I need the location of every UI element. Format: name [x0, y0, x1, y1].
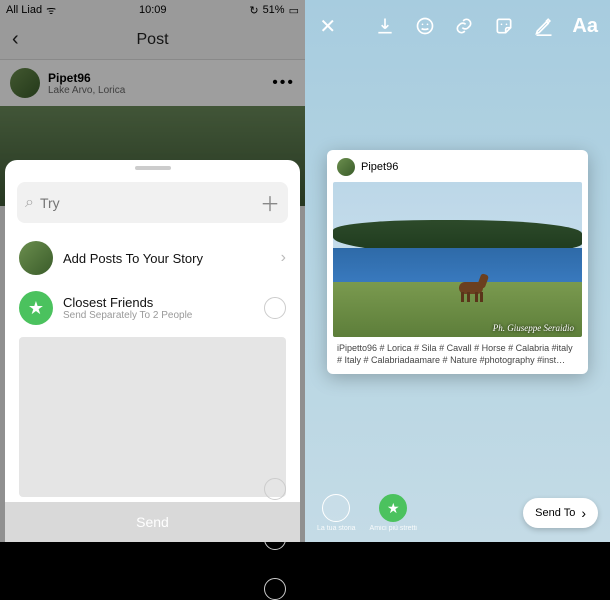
- story-avatar-icon: [19, 241, 53, 275]
- face-filter-icon[interactable]: [414, 15, 436, 37]
- right-screen: ✕ Aa Pipet96: [305, 0, 610, 542]
- status-bar: All Liad ᯤ 10:09 ↻ 51% ▭: [0, 0, 305, 20]
- your-story-button[interactable]: La tua storia: [317, 494, 356, 532]
- close-friends-label: Amici più stretti: [370, 525, 417, 532]
- carrier-label: All Liad: [6, 4, 42, 16]
- link-icon[interactable]: [454, 15, 476, 37]
- download-icon[interactable]: [375, 15, 397, 37]
- photo-watermark: Ph. Giuseppe Seraidio: [493, 323, 574, 333]
- closest-friends-row[interactable]: ★ Closest Friends Send Separately To 2 P…: [5, 283, 300, 333]
- post-username[interactable]: Pipet96: [48, 71, 272, 85]
- closest-friends-label: Closest Friends: [63, 295, 264, 310]
- your-story-label: La tua storia: [317, 525, 356, 532]
- search-icon: ⌕: [25, 194, 34, 212]
- clock: 10:09: [139, 4, 167, 16]
- battery-pct: 51%: [263, 4, 285, 16]
- wifi-icon: ᯤ: [46, 3, 56, 18]
- add-to-story-row[interactable]: Add Posts To Your Story ›: [5, 233, 300, 283]
- back-button[interactable]: ‹: [12, 28, 19, 51]
- battery-icon: ▭: [289, 4, 299, 17]
- sheet-grabber[interactable]: [135, 166, 171, 170]
- radio-unchecked[interactable]: [264, 297, 286, 319]
- post-location[interactable]: Lake Arvo, Lorica: [48, 85, 272, 96]
- close-button[interactable]: ✕: [317, 15, 339, 37]
- left-screen: All Liad ᯤ 10:09 ↻ 51% ▭ ‹ Post Pipet96 …: [0, 0, 305, 542]
- recipient-placeholder: [19, 337, 286, 497]
- post-header: Pipet96 Lake Arvo, Lorica •••: [0, 60, 305, 106]
- avatar: [337, 158, 355, 176]
- add-recipient-button[interactable]: ＋: [252, 188, 280, 217]
- your-story-avatar-icon: [322, 494, 350, 522]
- add-to-story-label: Add Posts To Your Story: [63, 251, 281, 266]
- horse-illustration: [453, 274, 491, 304]
- star-icon: ★: [379, 494, 407, 522]
- sync-icon: ↻: [249, 4, 258, 17]
- close-friends-button[interactable]: ★ Amici più stretti: [370, 494, 417, 532]
- page-title: Post: [136, 31, 168, 49]
- radio-unchecked[interactable]: [264, 478, 286, 500]
- share-sheet: ⌕ ＋ Add Posts To Your Story › ★ Closest …: [5, 160, 300, 542]
- nav-bar: ‹ Post: [0, 20, 305, 60]
- card-header: Pipet96: [333, 156, 582, 182]
- card-caption: iPipetto96 # Lorica # Sila # Cavall # Ho…: [333, 337, 582, 368]
- sticker-icon[interactable]: [493, 15, 515, 37]
- more-button[interactable]: •••: [272, 74, 295, 92]
- repost-card[interactable]: Pipet96 Ph. Giuseppe Seraidio iPipetto96…: [327, 150, 588, 374]
- search-input[interactable]: [40, 195, 252, 211]
- chevron-right-icon: ›: [581, 505, 586, 521]
- avatar[interactable]: [10, 68, 40, 98]
- post-meta: Pipet96 Lake Arvo, Lorica: [48, 71, 272, 96]
- radio-unchecked[interactable]: [264, 578, 286, 600]
- send-to-label: Send To: [535, 507, 575, 519]
- editor-bottom-bar: La tua storia ★ Amici più stretti Send T…: [305, 494, 610, 532]
- send-label: Send: [136, 514, 169, 530]
- send-to-button[interactable]: Send To ›: [523, 498, 598, 528]
- draw-icon[interactable]: [533, 15, 555, 37]
- editor-toolbar: ✕ Aa: [305, 8, 610, 44]
- text-tool-button[interactable]: Aa: [572, 15, 598, 38]
- card-username: Pipet96: [361, 161, 398, 173]
- chevron-right-icon: ›: [281, 249, 286, 267]
- closest-friends-sub: Send Separately To 2 People: [63, 310, 264, 321]
- star-icon: ★: [19, 291, 53, 325]
- search-field[interactable]: ⌕ ＋: [17, 182, 288, 223]
- send-button[interactable]: Send: [5, 502, 300, 542]
- card-photo: Ph. Giuseppe Seraidio: [333, 182, 582, 337]
